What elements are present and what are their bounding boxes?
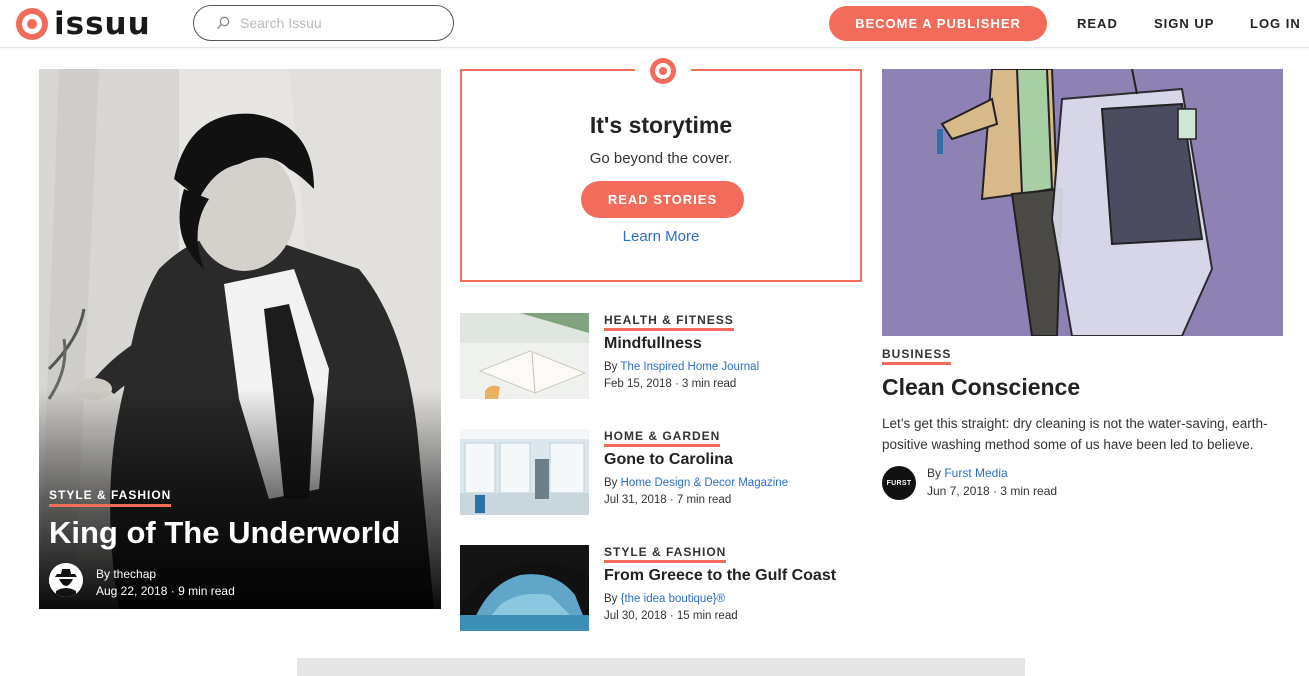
top-header: issuu BECOME A PUBLISHER READ SIGN UP LO… bbox=[0, 0, 1309, 48]
featured-title[interactable]: King of The Underworld bbox=[49, 515, 400, 551]
search-icon bbox=[217, 16, 230, 29]
featured-category-link[interactable]: STYLE & FASHION bbox=[49, 488, 172, 507]
article-author-line: By {the idea boutique}® bbox=[604, 593, 725, 605]
article-thumbnail-book[interactable] bbox=[460, 313, 589, 399]
article-item[interactable]: STYLE & FASHION From Greece to the Gulf … bbox=[460, 545, 880, 635]
storytime-title: It's storytime bbox=[589, 112, 733, 138]
article-title[interactable]: Gone to Carolina bbox=[604, 451, 733, 469]
right-category-link[interactable]: BUSINESS bbox=[882, 347, 952, 365]
article-category-link[interactable]: HEALTH & FITNESS bbox=[604, 313, 734, 331]
article-meta: Jul 31, 2018 · 7 min read bbox=[604, 494, 732, 506]
learn-more-link[interactable]: Learn More bbox=[462, 228, 860, 245]
article-author-link[interactable]: The Inspired Home Journal bbox=[620, 361, 759, 373]
right-description: Let’s get this straight: dry cleaning is… bbox=[882, 416, 1268, 452]
become-publisher-button[interactable]: BECOME A PUBLISHER bbox=[829, 6, 1047, 41]
nav-login-link[interactable]: LOG IN bbox=[1250, 16, 1301, 31]
right-title[interactable]: Clean Conscience bbox=[882, 374, 1080, 401]
article-author-prefix: By bbox=[604, 477, 621, 489]
article-thumbnail-cave[interactable] bbox=[460, 545, 589, 631]
read-stories-button[interactable]: READ STORIES bbox=[581, 181, 744, 218]
article-title[interactable]: From Greece to the Gulf Coast bbox=[604, 567, 836, 585]
search-box[interactable] bbox=[193, 5, 454, 41]
right-author-line: By Furst Media bbox=[927, 466, 1008, 480]
storytime-logo-icon bbox=[635, 57, 691, 85]
article-author-link[interactable]: {the idea boutique}® bbox=[621, 593, 725, 605]
featured-meta: Aug 22, 2018 · 9 min read bbox=[96, 584, 235, 598]
search-input[interactable] bbox=[240, 15, 440, 31]
featured-read-time: 9 min read bbox=[178, 584, 235, 598]
featured-story-card[interactable]: STYLE & FASHION King of The Underworld B… bbox=[39, 69, 441, 609]
article-category-link[interactable]: HOME & GARDEN bbox=[604, 429, 721, 447]
featured-author-avatar[interactable] bbox=[49, 563, 83, 597]
ad-placeholder bbox=[297, 658, 1025, 676]
right-author-link[interactable]: Furst Media bbox=[944, 466, 1007, 480]
hat-man-avatar-icon bbox=[49, 563, 83, 597]
article-author-line: By Home Design & Decor Magazine bbox=[604, 477, 788, 489]
article-item[interactable]: HOME & GARDEN Gone to Carolina By Home D… bbox=[460, 429, 880, 519]
nav-signup-link[interactable]: SIGN UP bbox=[1154, 16, 1214, 31]
right-meta: Jun 7, 2018 · 3 min read bbox=[927, 484, 1058, 498]
issuu-logo[interactable]: issuu bbox=[16, 8, 151, 40]
featured-author-link[interactable]: thechap bbox=[113, 567, 156, 581]
issuu-logo-mark-icon bbox=[16, 8, 48, 40]
nav-read-link[interactable]: READ bbox=[1077, 16, 1118, 31]
article-author-line: By The Inspired Home Journal bbox=[604, 361, 759, 373]
article-meta: Feb 15, 2018 · 3 min read bbox=[604, 378, 737, 390]
storytime-subtitle: Go beyond the cover. bbox=[589, 150, 733, 167]
featured-author-line: By thechap bbox=[96, 567, 156, 581]
article-meta: Jul 30, 2018 · 15 min read bbox=[604, 610, 738, 622]
right-feature-illustration[interactable] bbox=[882, 69, 1283, 336]
featured-date: Aug 22, 2018 bbox=[96, 584, 168, 598]
article-thumbnail-interior[interactable] bbox=[460, 429, 589, 515]
article-category-link[interactable]: STYLE & FASHION bbox=[604, 545, 727, 563]
storytime-promo: It's storytime Go beyond the cover. READ… bbox=[460, 57, 862, 282]
article-author-link[interactable]: Home Design & Decor Magazine bbox=[621, 477, 788, 489]
featured-author-prefix: By bbox=[96, 567, 114, 581]
article-item[interactable]: HEALTH & FITNESS Mindfullness By The Ins… bbox=[460, 313, 880, 403]
furst-media-avatar[interactable]: FURST bbox=[882, 466, 916, 500]
right-author-prefix: By bbox=[927, 466, 945, 480]
article-author-prefix: By bbox=[604, 593, 621, 605]
article-author-prefix: By bbox=[604, 361, 621, 373]
logo-text: issuu bbox=[54, 6, 151, 42]
article-title[interactable]: Mindfullness bbox=[604, 335, 702, 353]
